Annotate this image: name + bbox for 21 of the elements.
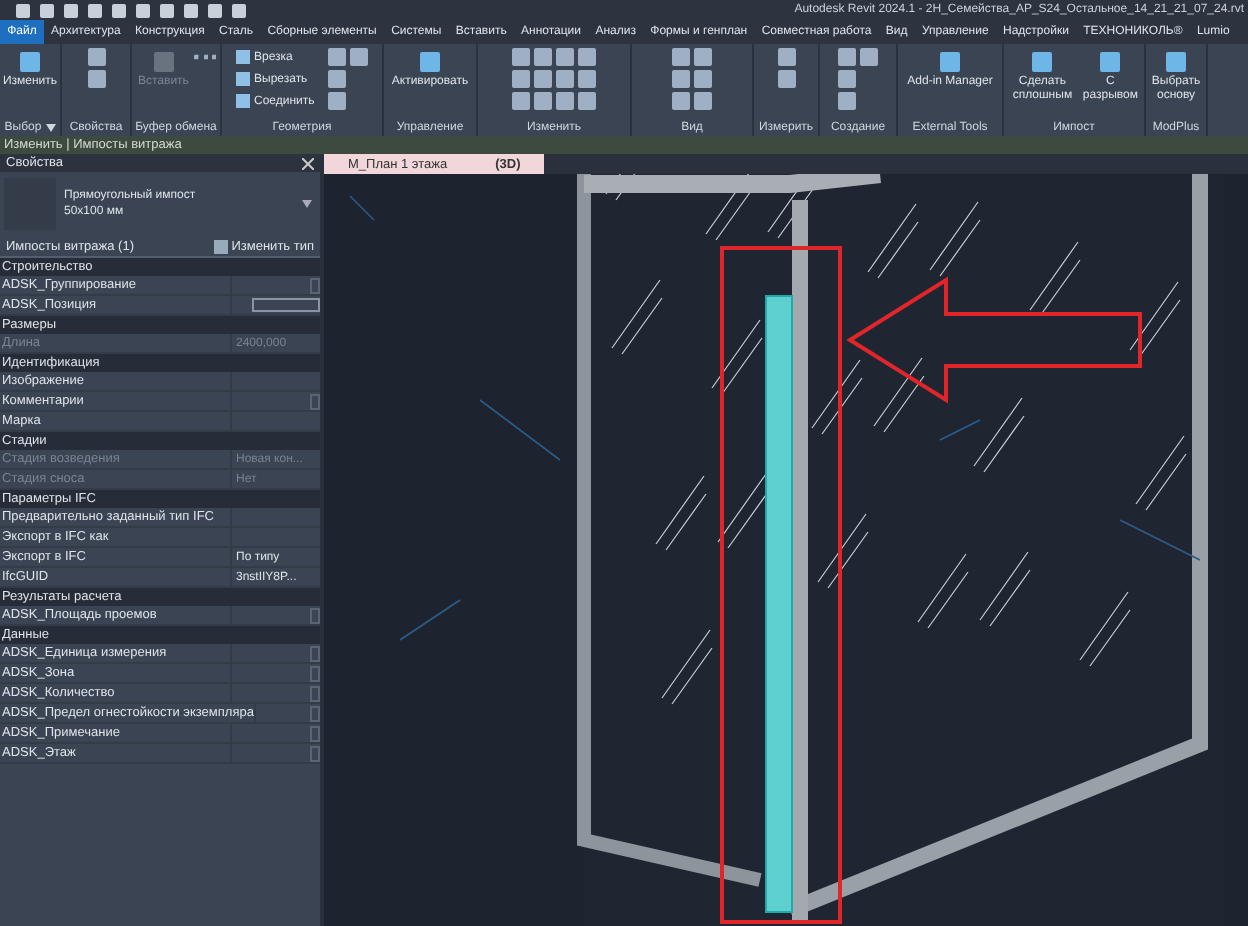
- value-box[interactable]: [310, 393, 320, 409]
- value-box[interactable]: [310, 725, 320, 741]
- tool-icon: [416, 48, 444, 76]
- caret-icon: [302, 200, 312, 208]
- value-box[interactable]: [310, 685, 320, 701]
- tool-icon: [149, 48, 178, 76]
- tool-icon: [1162, 48, 1190, 76]
- caret-icon[interactable]: [45, 123, 56, 131]
- tool-icon: [1096, 48, 1125, 76]
- value-box[interactable]: [310, 277, 320, 293]
- tool-icon: [935, 48, 964, 76]
- input-field[interactable]: [252, 298, 320, 312]
- value-box[interactable]: [310, 745, 320, 761]
- value-box[interactable]: [310, 705, 320, 721]
- value-box[interactable]: [310, 645, 320, 661]
- grid-icon: [213, 239, 228, 253]
- tool-icon: [16, 48, 44, 76]
- close-icon[interactable]: [302, 157, 314, 169]
- tool-icon: [1028, 48, 1057, 76]
- value-box[interactable]: [310, 607, 320, 623]
- value-box[interactable]: [310, 665, 320, 681]
